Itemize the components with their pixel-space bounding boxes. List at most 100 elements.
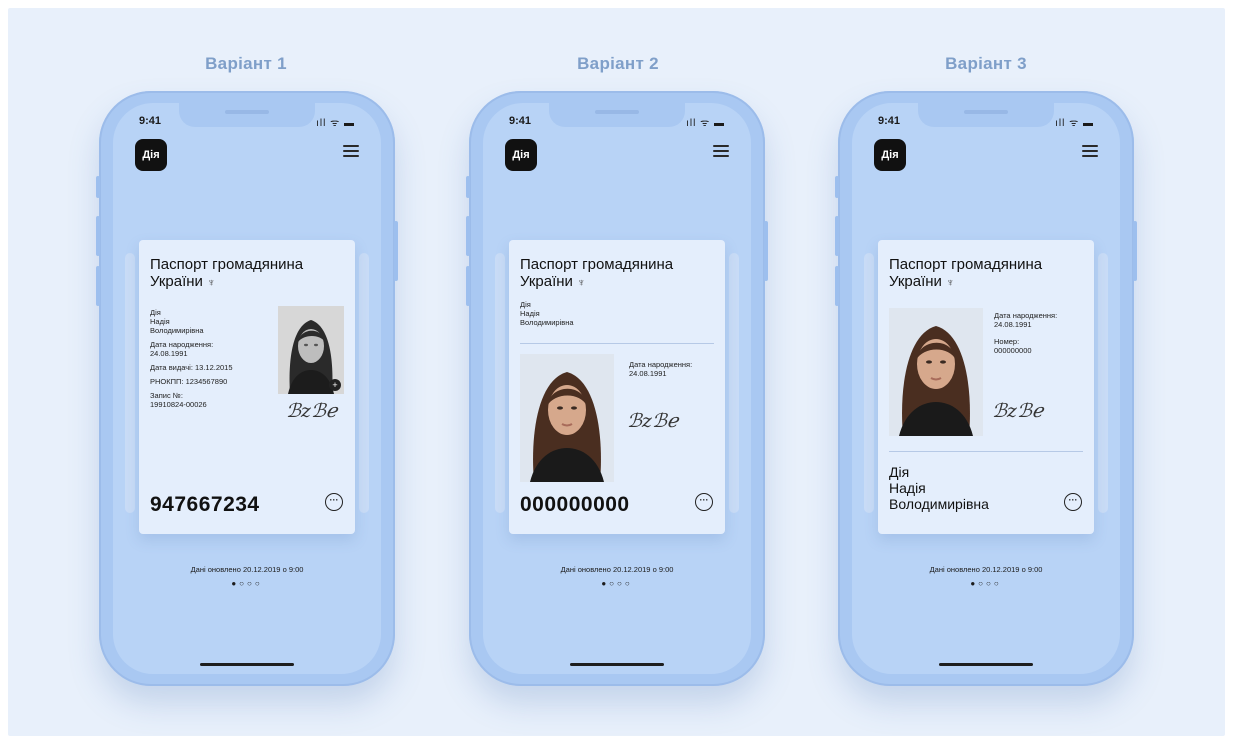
patronymic: Володимирівна bbox=[889, 496, 989, 512]
card-name: Дія Надія Володимирівна bbox=[520, 300, 574, 327]
birth-value: 24.08.1991 bbox=[629, 369, 667, 378]
phone-screen: 9:41 ıll ᯤ ▬ Дія Паспорт громадянина Укр… bbox=[483, 103, 751, 674]
phone-screen: 9:41 ıll ᯤ ▬ Дія Паспорт громадянина Укр… bbox=[113, 103, 381, 674]
given-name: Надія bbox=[150, 317, 170, 326]
more-icon[interactable]: ··· bbox=[325, 493, 343, 511]
next-card-edge bbox=[359, 253, 369, 513]
status-icons: ıll ᯤ ▬ bbox=[316, 118, 355, 129]
prev-card-edge bbox=[495, 253, 505, 513]
record-value: 19910824-00026 bbox=[150, 400, 207, 409]
mute-switch bbox=[835, 176, 839, 198]
info-block: Дата народження: 24.08.1991 Номер: 00000… bbox=[994, 311, 1084, 355]
patronymic: Володимирівна bbox=[520, 318, 574, 327]
variant-2-title: Варіант 2 bbox=[577, 54, 659, 73]
birth-block: Дата народження: 24.08.1991 bbox=[629, 360, 713, 378]
phone-variant-3: 9:41 ıll ᯤ ▬ Дія Паспорт громадянина Укр… bbox=[835, 91, 1137, 686]
status-time: 9:41 bbox=[139, 115, 162, 127]
variant-1-title: Варіант 1 bbox=[205, 54, 287, 73]
phone-variant-1: 9:41 ıll ᯤ ▬ Дія Паспорт громадянина Укр… bbox=[96, 91, 398, 686]
birth-label: Дата народження: bbox=[994, 311, 1058, 320]
updated-text: Дані оновлено 20.12.2019 о 9:00 bbox=[190, 565, 304, 574]
home-indicator[interactable] bbox=[200, 663, 294, 666]
status-time: 9:41 bbox=[878, 115, 901, 127]
portrait-photo[interactable] bbox=[889, 308, 983, 436]
prev-card-edge bbox=[864, 253, 874, 513]
more-icon[interactable]: ··· bbox=[695, 493, 713, 511]
status-time: 9:41 bbox=[509, 115, 532, 127]
full-name: Дія Надія Володимирівна bbox=[889, 464, 989, 512]
phone-screen: 9:41 ıll ᯤ ▬ Дія Паспорт громадянина Укр… bbox=[852, 103, 1120, 674]
volume-up-button bbox=[96, 216, 100, 256]
patronymic: Володимирівна bbox=[150, 326, 204, 335]
hamburger-icon[interactable] bbox=[713, 145, 729, 160]
more-icon[interactable]: ··· bbox=[1064, 493, 1082, 511]
variant-3-title: Варіант 3 bbox=[945, 54, 1027, 73]
card-details: Дія Надія Володимирівна Дата народження:… bbox=[150, 308, 260, 409]
volume-down-button bbox=[96, 266, 100, 306]
card-title: Паспорт громадянина України ♆ bbox=[520, 256, 674, 290]
given-name: Надія bbox=[520, 309, 540, 318]
mute-switch bbox=[96, 176, 100, 198]
passport-card[interactable]: Паспорт громадянина України ♆ Дата народ… bbox=[878, 240, 1094, 534]
passport-card[interactable]: Паспорт громадянина України ♆ Дія Надія … bbox=[509, 240, 725, 534]
hamburger-icon[interactable] bbox=[343, 145, 359, 160]
volume-down-button bbox=[835, 266, 839, 306]
signature: ℬzℬℯ bbox=[286, 400, 338, 422]
notch bbox=[549, 103, 685, 127]
document-number: 000000000 bbox=[520, 493, 630, 516]
diia-logo[interactable]: Дія bbox=[135, 139, 167, 171]
trident-icon: ♆ bbox=[577, 277, 586, 289]
zoom-in-icon[interactable]: + bbox=[329, 379, 341, 391]
signature: ℬzℬℯ bbox=[627, 410, 679, 432]
surname: Дія bbox=[889, 464, 910, 480]
record-label: Запис №: bbox=[150, 391, 183, 400]
page-dots[interactable]: ●○○○ bbox=[483, 579, 751, 588]
card-title: Паспорт громадянина України ♆ bbox=[889, 256, 1043, 290]
phone-variant-2: 9:41 ıll ᯤ ▬ Дія Паспорт громадянина Укр… bbox=[466, 91, 768, 686]
diia-logo[interactable]: Дія bbox=[505, 139, 537, 171]
volume-down-button bbox=[466, 266, 470, 306]
notch bbox=[179, 103, 315, 127]
home-indicator[interactable] bbox=[939, 663, 1033, 666]
passport-card[interactable]: Паспорт громадянина України ♆ Дія Надія … bbox=[139, 240, 355, 534]
volume-up-button bbox=[466, 216, 470, 256]
signature: ℬzℬℯ bbox=[992, 400, 1044, 422]
birth-label: Дата народження: bbox=[629, 360, 693, 369]
divider bbox=[889, 451, 1083, 452]
page-dots[interactable]: ●○○○ bbox=[113, 579, 381, 588]
surname: Дія bbox=[150, 308, 161, 317]
next-card-edge bbox=[1098, 253, 1108, 513]
diia-logo[interactable]: Дія bbox=[874, 139, 906, 171]
given-name: Надія bbox=[889, 480, 926, 496]
birth-value: 24.08.1991 bbox=[994, 320, 1032, 329]
status-icons: ıll ᯤ ▬ bbox=[1055, 118, 1094, 129]
number-value: 000000000 bbox=[994, 346, 1032, 355]
notch bbox=[918, 103, 1054, 127]
card-title: Паспорт громадянина України ♆ bbox=[150, 256, 304, 290]
birth-label: Дата народження: bbox=[150, 340, 214, 349]
volume-up-button bbox=[835, 216, 839, 256]
mute-switch bbox=[466, 176, 470, 198]
trident-icon: ♆ bbox=[207, 277, 216, 289]
issue-date: Дата видачі: 13.12.2015 bbox=[150, 363, 233, 372]
next-card-edge bbox=[729, 253, 739, 513]
power-button bbox=[764, 221, 768, 281]
number-label: Номер: bbox=[994, 337, 1020, 346]
tax-number: РНОКПП: 1234567890 bbox=[150, 377, 228, 386]
hamburger-icon[interactable] bbox=[1082, 145, 1098, 160]
trident-icon: ♆ bbox=[946, 277, 955, 289]
power-button bbox=[1133, 221, 1137, 281]
divider bbox=[520, 343, 714, 344]
power-button bbox=[394, 221, 398, 281]
page-dots[interactable]: ●○○○ bbox=[852, 579, 1120, 588]
prev-card-edge bbox=[125, 253, 135, 513]
home-indicator[interactable] bbox=[570, 663, 664, 666]
surname: Дія bbox=[520, 300, 531, 309]
portrait-photo[interactable] bbox=[520, 354, 614, 482]
status-icons: ıll ᯤ ▬ bbox=[686, 118, 725, 129]
birth-value: 24.08.1991 bbox=[150, 349, 188, 358]
canvas: Варіант 1 Варіант 2 Варіант 3 9:41 ıll ᯤ… bbox=[8, 8, 1225, 736]
document-number: 947667234 bbox=[150, 493, 260, 516]
updated-text: Дані оновлено 20.12.2019 о 9:00 bbox=[560, 565, 674, 574]
updated-text: Дані оновлено 20.12.2019 о 9:00 bbox=[929, 565, 1043, 574]
